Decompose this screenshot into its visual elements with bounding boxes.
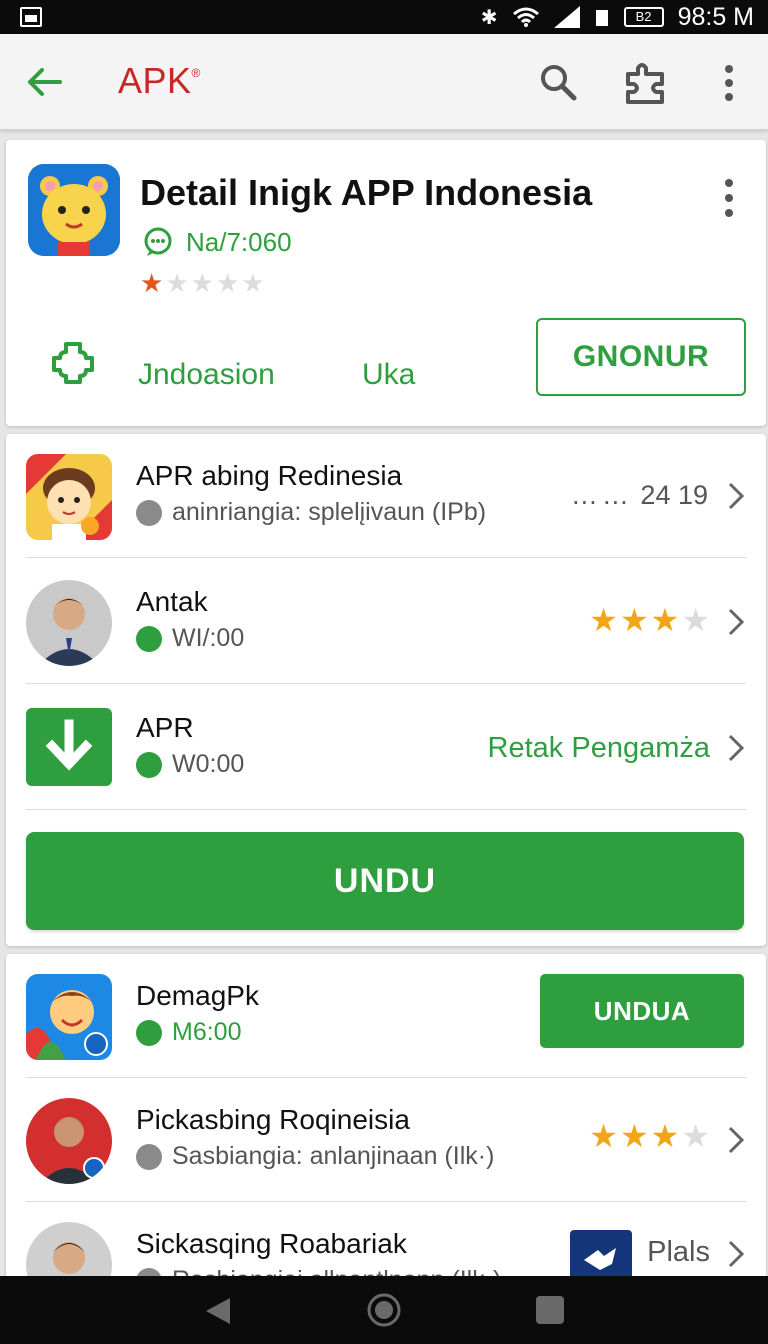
undu-button[interactable]: UNDU	[26, 832, 744, 930]
list-item[interactable]: DemagPk M6:00 UNDUA	[6, 954, 766, 1078]
list-item-rating: ★ ★ ★ ★	[589, 1120, 710, 1152]
trend-icon	[136, 625, 162, 652]
app-rating: ★ ★ ★ ★ ★	[140, 270, 265, 296]
list-item[interactable]: APR W0:00 Retak Pengamża	[6, 686, 766, 810]
wifi-icon	[512, 7, 539, 27]
system-nav-bar	[0, 1276, 768, 1344]
star-icon: ★	[589, 602, 618, 638]
image-notification-icon	[20, 7, 42, 27]
list-item-title: Pickasbing Roqineisia	[136, 1104, 410, 1135]
puzzle-action-icon[interactable]	[48, 338, 98, 388]
star-icon: ★	[650, 1118, 680, 1154]
puzzle-icon[interactable]	[622, 60, 670, 106]
download-app-icon	[26, 708, 112, 786]
gnonur-button[interactable]: GNONUR	[536, 318, 746, 396]
chat-bubble-icon	[144, 227, 172, 256]
sim-icon	[595, 10, 608, 26]
app-icon	[26, 974, 112, 1060]
nfc-icon: ✱	[480, 6, 498, 29]
star-icon: ★	[619, 602, 649, 638]
app-list-card-2: DemagPk M6:00 UNDUA Pickasbing Roqineisi…	[6, 954, 766, 1284]
status-bar: ✱ B2 98:5 M	[0, 0, 768, 34]
list-item-trailing: Plals	[647, 1236, 710, 1268]
list-item[interactable]: Sickasqing Roabariak Rasbiangiei allnant…	[6, 1202, 766, 1284]
chevron-right-icon	[728, 1240, 745, 1268]
app-icon	[26, 454, 112, 540]
app-detail-card: Detail Inigk APP Indonesia Na/7:060 ★ ★ …	[6, 140, 766, 426]
star-empty-icon: ★	[681, 602, 710, 638]
nav-home-icon[interactable]	[366, 1292, 402, 1328]
more-vert-icon[interactable]	[716, 64, 742, 102]
app-bar: APK®	[0, 34, 768, 130]
app-meta: Na/7:060	[142, 226, 292, 258]
chevron-right-icon	[728, 608, 745, 636]
list-item-title: APR	[136, 712, 194, 743]
tab-uka[interactable]: Uka	[362, 358, 415, 392]
avatar	[26, 580, 112, 666]
app-meta-text: Na/7:060	[186, 226, 292, 257]
list-item-title: Sickasqing Roabariak	[136, 1228, 407, 1259]
star-empty-icon: ★	[241, 268, 265, 298]
status-time: 98:5 M	[677, 2, 754, 31]
star-empty-icon: ★	[215, 268, 240, 298]
list-item[interactable]: APR abing Redinesia aninriangia: splelįi…	[6, 434, 766, 558]
list-item-title: DemagPk	[136, 980, 259, 1011]
tab-jndoasion[interactable]: Jndoasion	[138, 358, 275, 392]
list-item-subtitle: Sasbiangia: anlanjinaan (Ilk·)	[136, 1142, 494, 1171]
avatar	[26, 1098, 112, 1184]
star-empty-icon: ★	[190, 268, 214, 298]
signal-icon	[553, 6, 580, 28]
back-arrow-icon[interactable]	[22, 60, 66, 104]
list-item-title: Antak	[136, 586, 208, 617]
undua-button[interactable]: UNDUA	[540, 974, 744, 1048]
list-item-subtitle: M6:00	[136, 1018, 241, 1047]
list-item-subtitle: WI/:00	[136, 624, 244, 653]
trend-icon	[136, 1019, 162, 1046]
star-empty-icon: ★	[681, 1118, 710, 1154]
list-item-subtitle: W0:00	[136, 750, 244, 779]
star-empty-icon: ★	[165, 268, 189, 298]
list-item[interactable]: Antak WI/:00 ★ ★ ★ ★	[6, 560, 766, 684]
app-detail-title: Detail Inigk APP Indonesia	[140, 172, 593, 213]
star-half-icon: ★	[650, 602, 680, 638]
chevron-right-icon	[728, 1126, 745, 1154]
star-icon: ★	[589, 1118, 618, 1154]
list-item-title: APR abing Redinesia	[136, 460, 403, 491]
nav-back-icon[interactable]	[204, 1296, 232, 1326]
list-item-trailing: …… 24 19	[570, 480, 708, 510]
trend-icon	[136, 751, 162, 778]
star-icon: ★	[140, 268, 164, 298]
app-list-card: APR abing Redinesia aninriangia: splelįi…	[6, 434, 766, 946]
star-icon: ★	[619, 1118, 649, 1154]
chevron-right-icon	[728, 482, 745, 510]
nav-recents-icon[interactable]	[536, 1296, 564, 1324]
search-icon[interactable]	[538, 62, 578, 102]
search-small-icon	[136, 1143, 162, 1170]
list-item-trailing: Retak Pengamża	[487, 732, 710, 764]
chevron-right-icon	[728, 734, 745, 762]
card-more-icon[interactable]	[722, 178, 736, 218]
list-item-subtitle: aninriangia: splelįivaun (IPb)	[136, 498, 486, 527]
app-icon	[28, 164, 120, 256]
smiley-icon	[136, 499, 162, 526]
avatar	[26, 1222, 112, 1284]
list-item[interactable]: Pickasbing Roqineisia Sasbiangia: anlanj…	[6, 1078, 766, 1202]
list-item-rating: ★ ★ ★ ★	[589, 604, 710, 636]
app-title: APK®	[118, 60, 201, 101]
battery-icon: B2	[623, 7, 664, 27]
